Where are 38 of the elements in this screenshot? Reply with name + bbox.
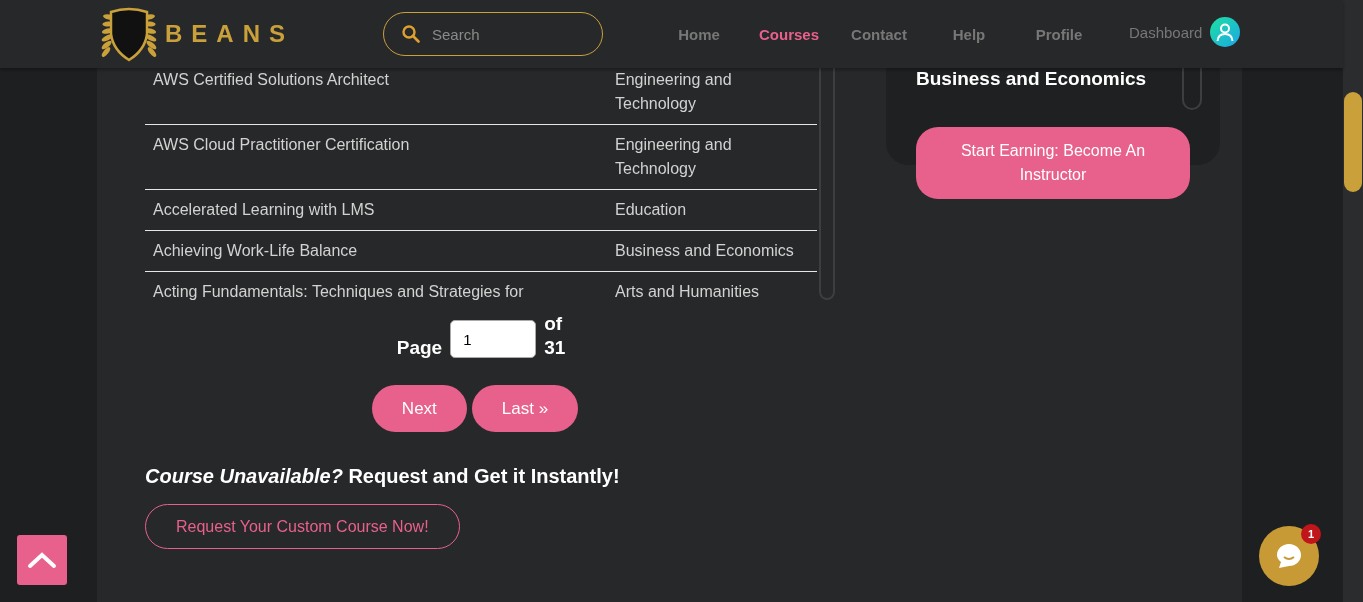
request-heading: Course Unavailable? Request and Get it Instantly! xyxy=(145,465,621,488)
course-title-cell-text: AWS Certified Solutions Architect xyxy=(152,70,390,90)
chevron-up-icon xyxy=(27,551,57,569)
course-title-cell-text: Acting Fundamentals: Techniques and Strategies for xyxy=(152,282,525,300)
search-input[interactable]: Search xyxy=(430,24,584,44)
search-icon xyxy=(402,25,420,43)
course-title-cell-text: Accelerated Learning with LMS xyxy=(152,200,376,220)
chat-button[interactable]: 1 xyxy=(1259,526,1319,586)
page-label: Page xyxy=(396,336,443,360)
page-of-label: of xyxy=(544,312,564,336)
course-category-cell-text: Education xyxy=(614,200,688,220)
user-avatar-icon[interactable] xyxy=(1210,17,1241,47)
page-scrollbar[interactable] xyxy=(1343,0,1363,602)
nav-link[interactable]: Profile xyxy=(1019,25,1099,43)
table-scrollbar[interactable] xyxy=(819,68,835,300)
page-total: 31 xyxy=(544,336,566,360)
scroll-top-button[interactable] xyxy=(17,535,67,585)
nav-link[interactable]: Courses xyxy=(749,25,829,43)
card-scrollbar[interactable] xyxy=(1182,68,1202,110)
nav-link[interactable]: Help xyxy=(929,25,1009,43)
page-input[interactable]: 1 xyxy=(450,320,537,358)
course-title-cell-text: AWS Cloud Practitioner Certification xyxy=(152,135,411,155)
course-category-cell-text: Engineering and Technology xyxy=(614,70,733,114)
pagination-button[interactable]: Last » xyxy=(471,385,579,432)
card-heading: Business and Economics xyxy=(916,68,1148,90)
logo-text[interactable]: BEANS xyxy=(165,20,294,48)
chat-bubble-icon xyxy=(1274,541,1304,571)
course-category-cell-text: Business and Economics xyxy=(614,241,795,261)
dashboard-link[interactable]: Dashboard xyxy=(1129,23,1203,41)
course-category-cell-text: Engineering and Technology xyxy=(614,135,733,179)
course-category-cell-text: Arts and Humanities xyxy=(614,282,761,300)
notification-badge: 1 xyxy=(1301,524,1321,544)
become-instructor-button[interactable]: Start Earning: Become An Instructor xyxy=(916,127,1190,199)
pagination-button[interactable]: Next xyxy=(371,385,467,432)
course-title-cell-text: Achieving Work-Life Balance xyxy=(152,241,359,261)
scrollbar-thumb[interactable] xyxy=(1344,92,1362,192)
nav-link[interactable]: Contact xyxy=(839,25,919,43)
nav-link[interactable]: Home xyxy=(659,25,739,43)
